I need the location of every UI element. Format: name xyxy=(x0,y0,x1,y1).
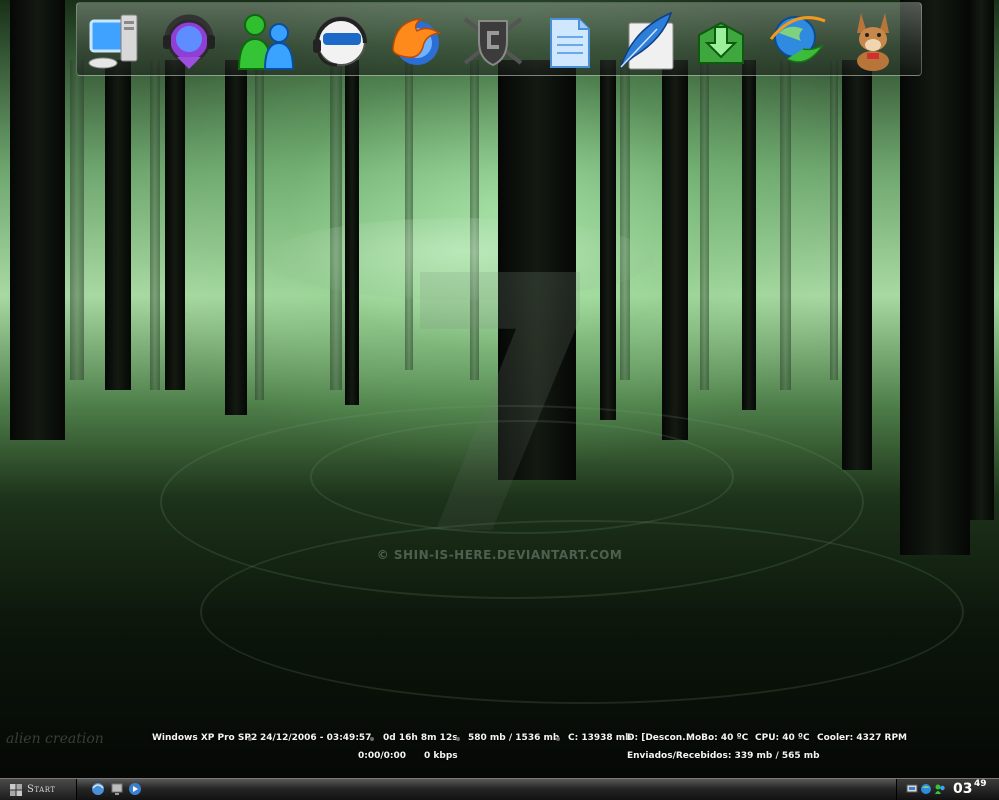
tree xyxy=(662,60,688,440)
wallpaper-signature: alien creation xyxy=(6,731,104,747)
dock-item-firefox[interactable] xyxy=(383,7,451,75)
separator-dot xyxy=(556,737,560,741)
warcraft-shield-icon xyxy=(463,17,523,67)
taskbar: Start 03 49 xyxy=(0,778,999,800)
dock-item-warcraft[interactable] xyxy=(459,7,527,75)
tree xyxy=(10,0,65,440)
icon-dock xyxy=(76,2,922,76)
media-time: 0:00/0:00 xyxy=(358,751,407,761)
sysinfo-cpu: CPU: 40 ºC xyxy=(755,733,810,743)
separator-dot xyxy=(370,737,374,741)
sysinfo-drive-c: C: 13938 mb xyxy=(568,733,632,743)
feather-icon xyxy=(619,11,674,70)
sysinfo-uptime: 0d 16h 8m 12s xyxy=(383,733,458,743)
dock-item-notepad[interactable] xyxy=(535,7,603,75)
ie-small-icon[interactable] xyxy=(91,782,105,796)
messenger-tray-icon[interactable] xyxy=(934,783,946,795)
tree xyxy=(105,60,131,390)
wallpaper-watermark: © SHIN-IS-HERE.DEVIANTART.COM xyxy=(376,548,623,562)
sysinfo-drive-d: D: [Descon... xyxy=(627,733,693,743)
sysinfo-mobo: MoBo: 40 ºC xyxy=(686,733,749,743)
tree xyxy=(968,0,994,520)
play-small-icon[interactable] xyxy=(128,782,142,796)
tree xyxy=(330,60,342,390)
tree xyxy=(345,60,359,405)
tree xyxy=(405,60,413,370)
media-player-icon xyxy=(163,14,215,69)
network-bitrate: 0 kbps xyxy=(424,751,458,761)
desktop[interactable]: © SHIN-IS-HERE.DEVIANTART.COM alien crea… xyxy=(0,0,999,778)
tree xyxy=(70,60,84,380)
tree xyxy=(600,60,616,420)
globe-tray-icon[interactable] xyxy=(920,783,932,795)
separator-dot xyxy=(456,737,460,741)
clock-hours[interactable]: 03 xyxy=(953,781,972,797)
tree xyxy=(165,60,185,390)
start-button[interactable]: Start xyxy=(0,779,77,800)
clock-minutes[interactable]: 49 xyxy=(974,779,987,789)
sysinfo-memory: 580 mb / 1536 mb xyxy=(468,733,560,743)
download-icon xyxy=(698,21,744,64)
firefox-icon xyxy=(392,18,442,65)
tree xyxy=(620,60,630,380)
sysinfo-os: Windows XP Pro SP2 xyxy=(152,733,258,743)
dock-item-msn-messenger[interactable] xyxy=(231,7,299,75)
headset-icon xyxy=(313,16,367,67)
tree xyxy=(900,0,970,555)
tree xyxy=(780,60,791,390)
computer-icon xyxy=(88,14,138,69)
tree xyxy=(225,60,247,415)
dock-item-feather[interactable] xyxy=(611,7,679,75)
tree xyxy=(150,60,160,390)
mule-icon xyxy=(857,13,889,71)
dock-item-media-player[interactable] xyxy=(155,7,223,75)
tree xyxy=(742,60,756,410)
network-tray-icon[interactable] xyxy=(906,783,918,795)
desktop-small-icon[interactable] xyxy=(110,782,124,796)
notepad-icon xyxy=(550,18,590,68)
tree xyxy=(700,60,709,390)
dock-item-internet-explorer[interactable] xyxy=(763,7,831,75)
sysinfo-datetime: 24/12/2006 - 03:49:57 xyxy=(260,733,372,743)
dock-item-my-computer[interactable] xyxy=(79,7,147,75)
ie-icon xyxy=(769,16,826,63)
tree xyxy=(255,60,264,400)
separator-dot xyxy=(248,737,252,741)
sysinfo-cooler: Cooler: 4327 RPM xyxy=(817,733,907,743)
dock-item-emule[interactable] xyxy=(839,7,907,75)
windows-flag-icon xyxy=(10,783,22,796)
tree xyxy=(830,60,838,380)
tree xyxy=(842,60,872,470)
messenger-icon xyxy=(237,14,295,70)
start-label: Start xyxy=(27,784,56,795)
network-transfer: Enviados/Recebidos: 339 mb / 565 mb xyxy=(627,751,820,761)
dock-item-voice-chat[interactable] xyxy=(307,7,375,75)
dock-item-downloads[interactable] xyxy=(687,7,755,75)
